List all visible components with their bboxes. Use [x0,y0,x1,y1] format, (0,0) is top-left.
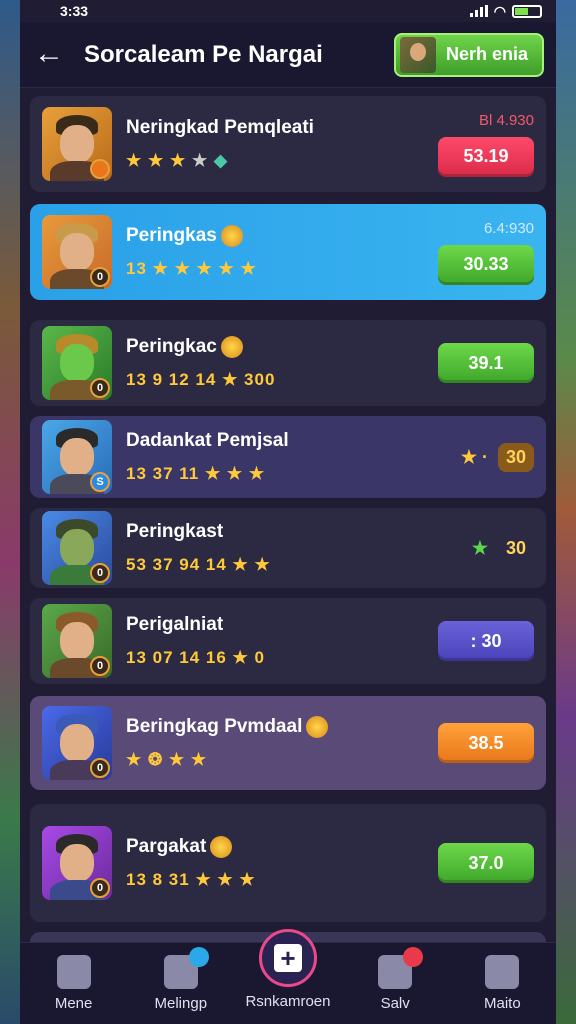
player-stats: ★ ❂ ★ ★ [126,750,208,769]
player-stats: 13 9 12 14 ★ 300 [126,370,276,389]
score-button[interactable]: 38.5 [438,723,534,763]
level-badge: 0 [90,758,110,778]
profile-button[interactable]: Nerh enia [394,32,544,77]
player-name: Neringkad Pemqleati [126,117,314,138]
player-name: Peringkas [126,224,438,247]
score-button[interactable]: 39.1 [438,343,534,383]
profile-button-label: Nerh enia [446,44,529,64]
plus-icon: + [258,929,317,987]
status-time: 3:33 [60,3,89,19]
player-name: Perigalniat [126,614,224,635]
nav-salv[interactable]: Salv [345,947,445,1012]
notification-dot [403,947,424,967]
nav-ranking[interactable]: + Rsnkamroen [238,929,338,1010]
page-title: Sorcaleam Pe Nargai [84,40,323,68]
coin-icon [220,224,243,247]
nav-salv-label: Salv [380,995,410,1012]
list-item[interactable]: 0 Peringkac 13 9 12 14 ★ 300 39.1 [30,320,546,406]
score-label: 6.4:930 [483,219,534,237]
wifi-icon: ◠ [493,2,506,19]
nav-ranking-label: Rsnkamroen [245,993,331,1010]
player-name: Beringkag Pvmdaal [126,715,438,738]
coin-icon [220,335,243,358]
list-item[interactable]: 0 Pargakat 13 8 31 ★ ★ ★ 37.0 [30,804,546,922]
coin-icon [210,835,233,858]
player-avatar: 0 [42,215,112,289]
star-icon: ★ · [460,446,488,467]
score-button[interactable]: : 30 [438,621,534,661]
avatar [400,36,436,73]
nav-maito[interactable]: Maito [452,955,552,1012]
nav-home-label: Mene [54,995,93,1012]
level-badge [90,159,110,179]
player-avatar: 0 [42,511,112,585]
level-badge: 0 [90,656,110,676]
list-item[interactable]: S Dadankat Pemjsal 13 37 11 ★ ★ ★ ★ · 30 [30,416,546,498]
player-stats: 13 ★ ★ ★ ★ ★ [126,259,257,278]
back-arrow-icon[interactable]: ← [34,38,66,71]
score-button[interactable]: 37.0 [438,843,534,883]
player-stats: 13 07 14 16 ★ 0 [126,648,265,667]
player-avatar: 0 [42,604,112,678]
status-bar: 3:33 ◠ [20,0,556,22]
score-button[interactable]: 53.19 [438,136,534,177]
home-icon [56,955,91,989]
star-icon: ★ [471,537,488,558]
level-badge: 0 [90,878,110,898]
player-stats: 13 37 11 ★ ★ ★ [126,464,266,483]
player-avatar: 0 [42,706,112,780]
notification-dot [188,947,209,967]
nav-maito-label: Maito [484,995,521,1012]
score-label: Bl 4.930 [478,111,534,129]
nav-matching-label: Melingp [154,995,208,1012]
nav-home[interactable]: Mene [24,955,124,1012]
signal-icon [469,5,488,17]
player-stats: 13 8 31 ★ ★ ★ [126,870,256,889]
player-name: Peringkast [126,521,224,542]
score-tag: ★ · 30 [460,442,534,472]
player-name: Peringkac [126,335,438,358]
app-screen: 3:33 ◠ ← Sorcaleam Pe Nargai Nerh enia N… [20,0,556,1024]
bottom-navigation: Mene Melingp + Rsnkamroen Salv Maito [20,929,556,1024]
player-avatar: S [42,420,112,494]
score-tag: ★ 30 [472,534,534,563]
list-item[interactable]: Neringkad Pemqleati ★ ★ ★ ★ ◆ Bl 4.930 5… [30,96,546,192]
player-avatar [42,107,112,181]
player-stats: ★ ★ ★ ★ ◆ [126,151,229,170]
level-badge: S [90,472,110,492]
header: ← Sorcaleam Pe Nargai Nerh enia [20,22,556,88]
level-badge: 0 [90,378,110,398]
list-item[interactable]: 0 Peringkas 13 ★ ★ ★ ★ ★ 6.4:930 30.33 [30,204,546,300]
nav-matching[interactable]: Melingp [131,947,231,1012]
player-avatar: 0 [42,326,112,400]
coin-icon [306,715,329,738]
level-badge: 0 [90,267,110,287]
list-item[interactable]: 0 Perigalniat 13 07 14 16 ★ 0 : 30 [30,598,546,684]
player-name: Dadankat Pemjsal [126,430,289,451]
battery-icon [512,4,542,18]
leaderboard-list: Neringkad Pemqleati ★ ★ ★ ★ ◆ Bl 4.930 5… [20,88,556,942]
level-badge: 0 [90,563,110,583]
status-icons: ◠ [469,2,542,20]
list-item[interactable]: 0 Beringkag Pvmdaal ★ ❂ ★ ★ 38.5 [30,696,546,790]
player-stats: 53 37 94 14 ★ ★ [126,555,271,574]
player-avatar: 0 [42,826,112,900]
score-value: 30 [505,537,526,558]
score-value: 30 [497,442,534,472]
camera-icon [485,955,520,989]
player-name: Pargakat [126,835,438,858]
score-button[interactable]: 30.33 [438,244,534,285]
list-item[interactable]: 0 Peringkast 53 37 94 14 ★ ★ ★ 30 [30,508,546,588]
